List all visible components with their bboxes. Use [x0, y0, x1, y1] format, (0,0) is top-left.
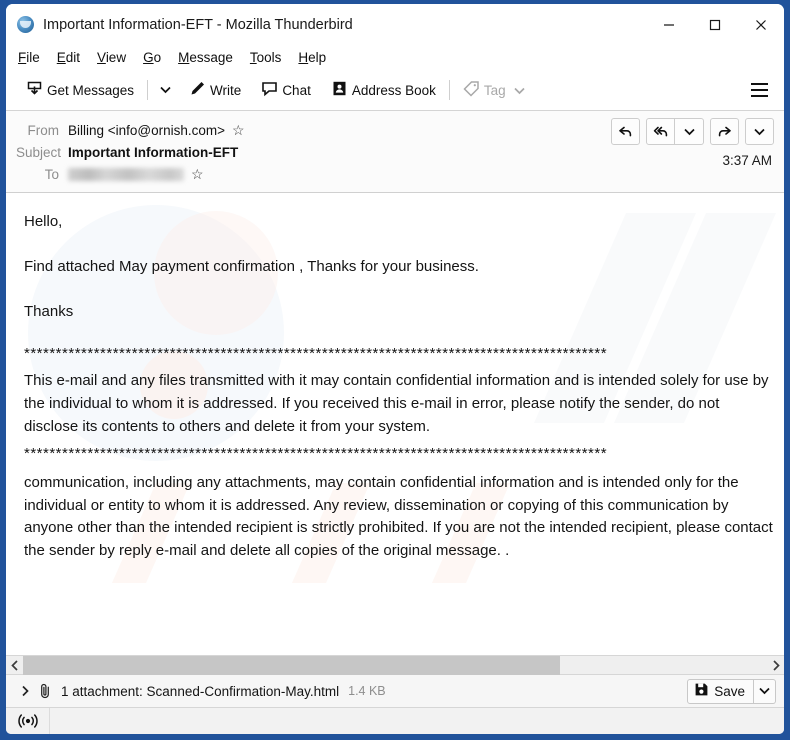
get-messages-icon	[26, 80, 43, 100]
chat-label: Chat	[282, 82, 311, 98]
thunderbird-window: Important Information-EFT - Mozilla Thun…	[0, 0, 790, 740]
from-label: From	[27, 122, 60, 138]
menu-item-tools[interactable]: Tools	[250, 50, 282, 65]
minimize-icon[interactable]	[646, 4, 692, 45]
scroll-right-icon[interactable]	[767, 656, 784, 675]
scrollbar-track[interactable]	[23, 655, 767, 675]
close-icon[interactable]	[738, 4, 784, 45]
get-messages-dropdown[interactable]	[155, 76, 175, 104]
subject-label: Subject	[16, 144, 62, 160]
attachment-size: 1.4 KB	[348, 684, 386, 698]
separator-line-2: ****************************************…	[24, 444, 608, 462]
reply-all-button[interactable]	[646, 118, 675, 145]
paperclip-icon	[38, 683, 53, 699]
attachment-bar: 1 attachment: Scanned-Confirmation-May.h…	[6, 674, 784, 707]
message-timestamp: 3:37 AM	[722, 153, 772, 168]
tag-label: Tag	[483, 82, 506, 98]
attachment-name[interactable]: 1 attachment: Scanned-Confirmation-May.h…	[61, 684, 339, 699]
body-greeting: Hello,	[24, 213, 63, 230]
save-icon	[694, 682, 709, 700]
maximize-icon[interactable]	[692, 4, 738, 45]
body-signoff: Thanks	[24, 302, 74, 320]
chat-icon	[261, 80, 278, 100]
star-icon-to[interactable]: ☆	[191, 167, 204, 181]
get-messages-button[interactable]: Get Messages	[20, 75, 140, 105]
disclaimer-paragraph-2: communication, including any attachments…	[24, 473, 773, 560]
subject-value: Important Information-EFT	[68, 144, 239, 160]
horizontal-scrollbar[interactable]	[6, 655, 784, 675]
reply-all-group	[646, 118, 704, 145]
write-button[interactable]: Write	[183, 75, 247, 105]
tag-button[interactable]: Tag	[457, 75, 531, 105]
menu-item-file[interactable]: File	[18, 50, 40, 65]
toolbar-divider	[147, 80, 149, 100]
hamburger-line-3	[750, 95, 768, 97]
redacted-recipient	[68, 168, 184, 182]
message-header: From Billing <info@ornish.com> ☆ Subject…	[6, 111, 784, 193]
get-messages-label: Get Messages	[47, 82, 135, 98]
to-label: To	[44, 166, 59, 182]
status-bar	[6, 707, 784, 734]
scrollbar-thumb[interactable]	[23, 655, 560, 675]
chat-button[interactable]: Chat	[255, 75, 317, 105]
main-toolbar: Get Messages Write Chat Address Book Tag	[6, 70, 784, 111]
menu-item-go[interactable]: Go	[143, 50, 161, 65]
title-bar: Important Information-EFT - Mozilla Thun…	[6, 4, 784, 45]
more-actions-dropdown[interactable]	[745, 118, 774, 145]
thunderbird-icon	[17, 16, 34, 33]
write-label: Write	[210, 82, 242, 98]
attachment-expand-icon[interactable]	[16, 685, 34, 697]
tag-icon	[463, 80, 480, 100]
tag-dropdown-icon[interactable]	[514, 83, 525, 98]
star-icon-from[interactable]: ☆	[232, 123, 245, 137]
reply-more-dropdown[interactable]	[675, 118, 704, 145]
message-actions	[605, 118, 774, 145]
window-client-area: Important Information-EFT - Mozilla Thun…	[6, 4, 784, 734]
hamburger-line-1	[750, 83, 768, 85]
forward-button[interactable]	[710, 118, 739, 145]
broadcast-icon[interactable]	[6, 707, 50, 734]
reply-button[interactable]	[611, 118, 640, 145]
to-value[interactable]	[68, 167, 184, 182]
app-menu-button[interactable]	[744, 76, 774, 104]
menu-item-view[interactable]: View	[97, 50, 126, 65]
address-book-button[interactable]: Address Book	[325, 75, 442, 105]
save-dropdown[interactable]	[754, 678, 776, 704]
save-label: Save	[714, 683, 745, 699]
pencil-icon	[189, 80, 206, 100]
address-book-icon	[331, 80, 348, 100]
from-value[interactable]: Billing <info@ornish.com>	[68, 123, 225, 138]
save-button-group: Save	[687, 678, 776, 704]
window-title: Important Information-EFT - Mozilla Thun…	[43, 16, 353, 33]
menu-item-edit[interactable]: Edit	[57, 50, 80, 65]
separator-line-1: ****************************************…	[24, 345, 608, 363]
address-book-label: Address Book	[351, 82, 436, 98]
menu-bar: File Edit View Go Message Tools Help	[6, 45, 784, 70]
disclaimer-paragraph-1: This e-mail and any files transmitted wi…	[24, 372, 769, 435]
window-controls	[646, 4, 784, 45]
toolbar-divider-2	[448, 80, 450, 100]
hamburger-line-2	[750, 89, 768, 91]
save-button[interactable]: Save	[687, 678, 754, 704]
message-body: Hello, Find attached May payment confirm…	[6, 193, 784, 655]
to-row: To ☆	[16, 163, 774, 185]
body-line-1: Find attached May payment confirmation ,…	[24, 257, 479, 275]
email-content: Hello, Find attached May payment confirm…	[24, 211, 776, 563]
menu-item-message[interactable]: Message	[178, 50, 233, 65]
menu-item-help[interactable]: Help	[298, 50, 326, 65]
scroll-left-icon[interactable]	[6, 656, 23, 675]
